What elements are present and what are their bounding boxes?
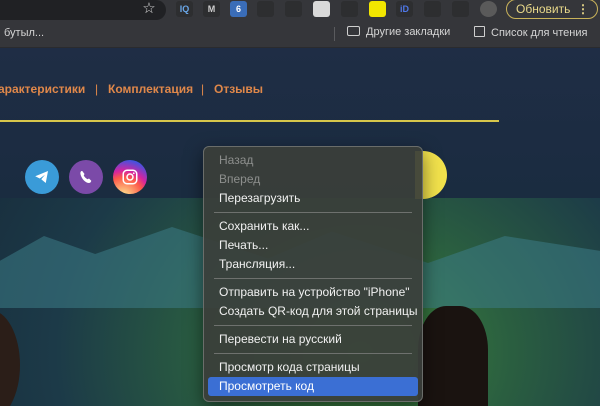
- list-extension-icon[interactable]: [452, 1, 469, 17]
- nav-separator: |: [201, 82, 205, 96]
- nav-link-reviews[interactable]: Отзывы: [214, 82, 263, 96]
- background-person: [0, 310, 20, 406]
- context-menu-item: Вперед: [219, 172, 261, 186]
- context-menu-item[interactable]: Сохранить как...: [208, 217, 418, 236]
- bookmark-star-icon[interactable]: ☆: [141, 0, 157, 18]
- other-bookmarks-label: Другие закладки: [366, 26, 451, 38]
- id-extension-icon[interactable]: iD: [396, 1, 413, 17]
- menu-separator: [214, 353, 412, 354]
- context-menu-item[interactable]: Перезагрузить: [208, 189, 418, 208]
- menu-separator: [214, 278, 412, 279]
- nav-link-characteristics[interactable]: арактеристики: [0, 82, 85, 96]
- menu-dots-icon[interactable]: ⋮: [577, 0, 589, 18]
- folder-icon: [347, 26, 360, 36]
- compass-extension-icon[interactable]: [341, 1, 358, 17]
- instagram-icon[interactable]: [113, 160, 147, 194]
- puzzle-extension-icon[interactable]: [424, 1, 441, 17]
- update-button[interactable]: Обновить ⋮: [506, 0, 598, 19]
- menu-separator: [214, 325, 412, 326]
- nav-link-package[interactable]: Комплектация: [108, 82, 193, 96]
- nav-separator: |: [95, 82, 99, 96]
- context-menu-item[interactable]: Отправить на устройство "iPhone": [208, 283, 418, 302]
- profile-avatar-icon[interactable]: [480, 1, 497, 17]
- other-bookmarks-folder[interactable]: Другие закладки: [347, 26, 450, 38]
- bookmarks-bar: бутыл... Другие закладки Список для чтен…: [0, 20, 600, 48]
- iq-extension-icon[interactable]: IQ: [176, 1, 193, 17]
- context-menu: Назад Вперед Перезагрузить Сохранить как...…: [203, 146, 423, 402]
- note-extension-icon[interactable]: [313, 1, 330, 17]
- bookmarks-divider: [334, 27, 335, 41]
- bookmark-item[interactable]: бутыл...: [4, 27, 44, 39]
- code-extension-icon[interactable]: 6: [230, 1, 247, 17]
- telegram-icon[interactable]: [25, 160, 59, 194]
- context-menu-item[interactable]: Печать...: [208, 236, 418, 255]
- menu-separator: [214, 212, 412, 213]
- context-menu-item: Назад: [219, 153, 254, 167]
- feather-extension-icon[interactable]: [257, 1, 274, 17]
- background-person: [418, 306, 488, 406]
- header-divider: [0, 120, 499, 122]
- update-button-label: Обновить: [516, 2, 571, 16]
- yellow-extension-icon[interactable]: [369, 1, 386, 17]
- context-menu-item[interactable]: Создать QR-код для этой страницы: [208, 302, 418, 321]
- browser-toolbar: ☆ IQ M 6 iD Обновить ⋮: [0, 0, 600, 20]
- context-menu-item[interactable]: Просмотреть код: [208, 377, 418, 396]
- context-menu-item[interactable]: Трансляция...: [208, 255, 418, 274]
- context-menu-item[interactable]: Перевести на русский: [208, 330, 418, 349]
- viber-icon[interactable]: [69, 160, 103, 194]
- m-extension-icon[interactable]: M: [203, 1, 220, 17]
- context-menu-item[interactable]: Просмотр кода страницы: [208, 358, 418, 377]
- reading-list-icon: [474, 26, 485, 37]
- magnifier-extension-icon[interactable]: [285, 1, 302, 17]
- reading-list-label: Список для чтения: [491, 27, 588, 39]
- reading-list-button[interactable]: Список для чтения: [474, 26, 587, 39]
